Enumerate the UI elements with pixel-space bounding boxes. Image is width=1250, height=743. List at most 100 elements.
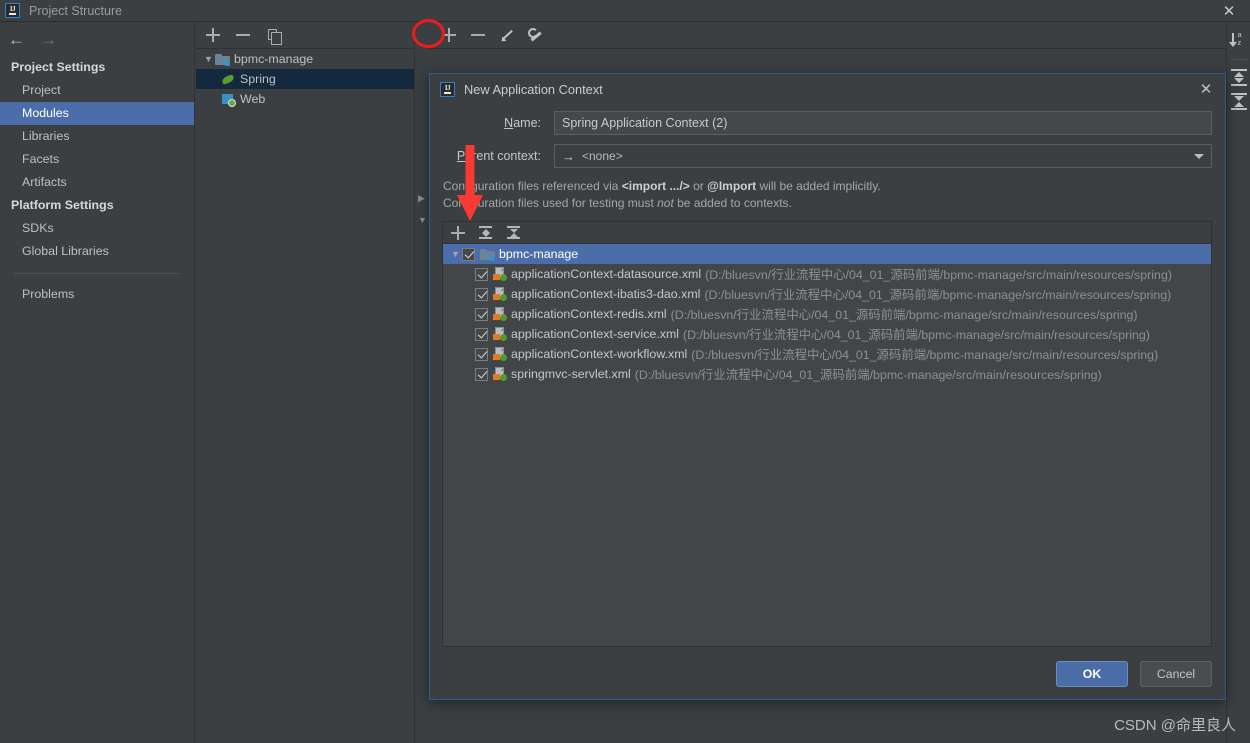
- config-files-list: ▼ bpmc-manage applicationContext-datasou…: [443, 244, 1211, 646]
- hint-1c: or: [689, 179, 708, 193]
- sidebar-item-modules[interactable]: Modules: [0, 102, 194, 125]
- module-tree-row-spring[interactable]: Spring: [196, 69, 414, 89]
- file-name: applicationContext-redis.xml: [511, 307, 667, 321]
- file-checkbox[interactable]: [475, 327, 488, 341]
- nav-forward-icon[interactable]: →: [40, 31, 57, 48]
- window-close-icon[interactable]: ✕: [1208, 0, 1250, 22]
- sidebar-item-global-libraries[interactable]: Global Libraries: [0, 240, 194, 263]
- sidebar-item-sdks[interactable]: SDKs: [0, 217, 194, 240]
- root-checkbox[interactable]: [462, 247, 475, 261]
- window-titlebar: IJ Project Structure ✕: [0, 0, 1250, 22]
- expand-all-icon[interactable]: [1229, 68, 1249, 88]
- file-path: (D:/bluesvn/行业流程中心/04_01_源码前端/bpmc-manag…: [704, 288, 1172, 302]
- configure-button[interactable]: [528, 27, 544, 43]
- add-module-button[interactable]: [205, 27, 221, 43]
- module-tree-label: Web: [240, 92, 266, 106]
- panel-splitter[interactable]: ▶ ▼: [415, 22, 429, 743]
- dialog-hint: Configuration files referenced via <impo…: [430, 178, 1225, 212]
- spring-xml-file-icon: [493, 347, 507, 361]
- nav-back-icon[interactable]: ←: [8, 31, 25, 48]
- file-checkbox[interactable]: [475, 347, 488, 361]
- modules-toolbar: [196, 22, 414, 49]
- sidebar-item-libraries[interactable]: Libraries: [0, 125, 194, 148]
- file-checkbox[interactable]: [475, 307, 488, 321]
- spring-xml-file-icon: [493, 307, 507, 321]
- ok-button[interactable]: OK: [1056, 661, 1128, 687]
- file-path: (D:/bluesvn/行业流程中心/04_01_源码前端/bpmc-manag…: [683, 328, 1150, 342]
- splitter-expand-down-icon[interactable]: ▼: [418, 215, 427, 225]
- sort-alphabetically-icon[interactable]: az: [1228, 30, 1249, 50]
- spring-leaf-icon: [221, 73, 236, 86]
- view-options-toolbar: az: [1226, 22, 1250, 743]
- remove-module-button[interactable]: [235, 27, 251, 43]
- parent-context-label: Parent context:: [456, 149, 541, 163]
- sidebar-divider: [14, 273, 180, 274]
- hint-1d: @Import: [707, 179, 757, 193]
- window-body: ← → Project Settings Project Modules Lib…: [0, 22, 1250, 743]
- file-checkbox[interactable]: [475, 267, 488, 281]
- chevron-down-icon[interactable]: ▼: [449, 249, 462, 259]
- toolbar-divider: [1230, 59, 1247, 60]
- spring-xml-file-icon: [493, 367, 507, 381]
- splitter-expand-right-icon[interactable]: ▶: [418, 193, 425, 204]
- dialog-close-icon[interactable]: ✕: [1195, 78, 1217, 100]
- modules-panel: ▼ bpmc-manage Spring Web: [196, 22, 415, 743]
- sidebar-item-project[interactable]: Project: [0, 79, 194, 102]
- file-path: (D:/bluesvn/行业流程中心/04_01_源码前端/bpmc-manag…: [634, 368, 1102, 382]
- file-name: applicationContext-service.xml: [511, 327, 680, 341]
- sidebar-item-facets[interactable]: Facets: [0, 148, 194, 171]
- file-name: applicationContext-ibatis3-dao.xml: [511, 287, 701, 301]
- edit-context-button[interactable]: [499, 27, 515, 43]
- collapse-all-icon[interactable]: [1229, 92, 1249, 112]
- folder-icon: [215, 53, 230, 66]
- table-row[interactable]: applicationContext-workflow.xml (D:/blue…: [443, 344, 1211, 364]
- intellij-logo-text: IJ: [9, 5, 16, 13]
- name-input[interactable]: Spring Application Context (2): [554, 111, 1212, 135]
- module-tree-row-bpmc-manage[interactable]: ▼ bpmc-manage: [196, 49, 414, 69]
- hint-2c: be added to contexts.: [673, 196, 792, 210]
- file-checkbox[interactable]: [475, 287, 488, 301]
- intellij-logo-icon: IJ: [5, 3, 20, 18]
- file-path: (D:/bluesvn/行业流程中心/04_01_源码前端/bpmc-manag…: [691, 348, 1159, 362]
- name-row: Name: Spring Application Context (2): [430, 111, 1225, 135]
- sidebar-item-problems[interactable]: Problems: [0, 283, 194, 306]
- file-checkbox[interactable]: [475, 367, 488, 381]
- table-row[interactable]: applicationContext-redis.xml (D:/bluesvn…: [443, 304, 1211, 324]
- module-tree-row-web[interactable]: Web: [196, 89, 414, 109]
- dialog-buttons: OK Cancel: [1056, 661, 1212, 687]
- add-file-button[interactable]: [451, 225, 465, 240]
- file-name: springmvc-servlet.xml: [511, 367, 631, 381]
- intellij-logo-icon: IJ: [440, 81, 455, 97]
- spring-xml-file-icon: [493, 267, 507, 281]
- parent-context-select[interactable]: → <none>: [554, 144, 1212, 168]
- chevron-down-icon[interactable]: ▼: [202, 54, 215, 64]
- table-row[interactable]: applicationContext-ibatis3-dao.xml (D:/b…: [443, 284, 1211, 304]
- collapse-all-button[interactable]: [506, 225, 521, 240]
- file-name: applicationContext-datasource.xml: [511, 267, 702, 281]
- config-files-root-row[interactable]: ▼ bpmc-manage: [443, 244, 1211, 264]
- hint-1a: Configuration files referenced via: [443, 179, 622, 193]
- table-row[interactable]: applicationContext-service.xml (D:/blues…: [443, 324, 1211, 344]
- remove-context-button[interactable]: [470, 27, 486, 43]
- copy-module-button[interactable]: [265, 27, 282, 45]
- config-files-list-panel: ▼ bpmc-manage applicationContext-datasou…: [442, 221, 1212, 647]
- table-row[interactable]: applicationContext-datasource.xml (D:/bl…: [443, 264, 1211, 284]
- module-tree-label: bpmc-manage: [234, 52, 314, 66]
- hint-line-1: Configuration files referenced via <impo…: [430, 178, 1225, 195]
- add-context-button[interactable]: [441, 27, 457, 43]
- arrow-right-icon: →: [562, 148, 575, 164]
- table-row[interactable]: springmvc-servlet.xml (D:/bluesvn/行业流程中心…: [443, 364, 1211, 384]
- sidebar-item-artifacts[interactable]: Artifacts: [0, 171, 194, 194]
- contexts-toolbar: [429, 22, 1226, 49]
- expand-all-button[interactable]: [478, 225, 493, 240]
- spring-xml-file-icon: [493, 287, 507, 301]
- intellij-logo-text: IJ: [444, 83, 451, 92]
- hint-2b: not: [657, 196, 674, 210]
- cancel-button[interactable]: Cancel: [1140, 661, 1212, 687]
- chevron-down-icon[interactable]: [1194, 154, 1204, 159]
- group-header-platform-settings: Platform Settings: [11, 198, 114, 212]
- csdn-watermark: CSDN @命里良人: [1114, 717, 1236, 734]
- name-label: Name:: [504, 116, 541, 130]
- settings-sidebar: ← → Project Settings Project Modules Lib…: [0, 22, 195, 743]
- file-path: (D:/bluesvn/行业流程中心/04_01_源码前端/bpmc-manag…: [705, 268, 1172, 282]
